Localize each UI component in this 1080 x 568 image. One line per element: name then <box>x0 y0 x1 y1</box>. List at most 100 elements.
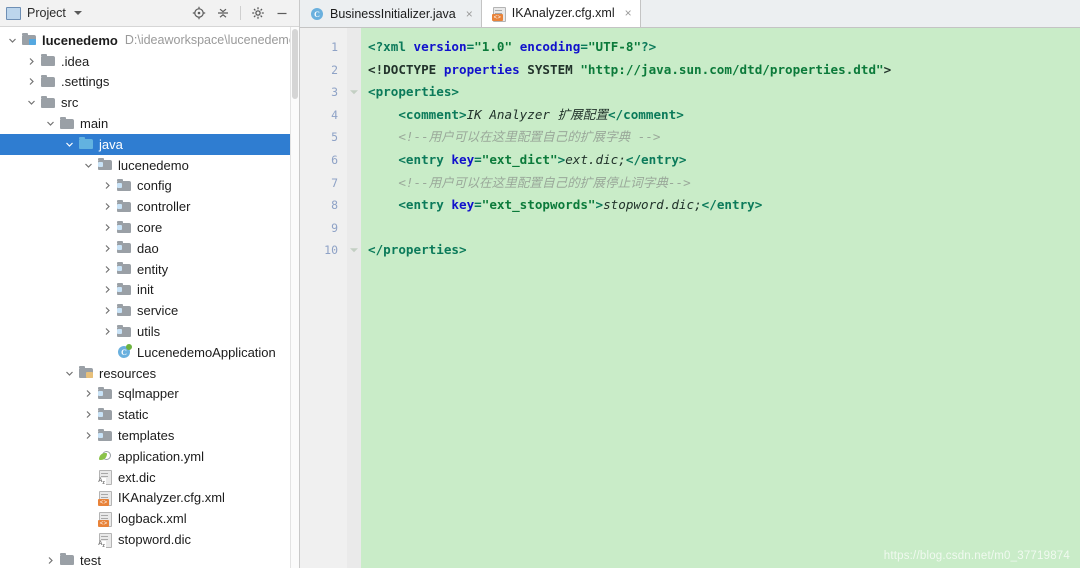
code-folding-strip[interactable] <box>347 28 361 568</box>
editor-tab-ikanalyzer-cfg-xml[interactable]: <> IKAnalyzer.cfg.xml × <box>480 0 641 27</box>
project-tree[interactable]: lucenedemo D:\ideaworkspace\lucenedemo .id… <box>0 27 299 568</box>
tree-node-label: main <box>80 116 109 132</box>
tree-node--idea[interactable]: .idea <box>0 51 299 72</box>
tree-node-static[interactable]: static <box>0 404 299 425</box>
tree-node-config[interactable]: config <box>0 176 299 197</box>
folder-package-icon <box>116 240 132 256</box>
code-line[interactable]: <entry key="ext_dict">ext.dic;</entry> <box>361 149 1080 172</box>
locate-icon[interactable] <box>188 2 210 24</box>
project-panel-icon <box>6 6 21 20</box>
chevron-right-icon[interactable] <box>25 75 38 88</box>
tree-node-init[interactable]: init <box>0 280 299 301</box>
code-token-tag: <entry <box>398 197 452 213</box>
tree-node-core[interactable]: core <box>0 217 299 238</box>
collapse-all-icon[interactable] <box>212 2 234 24</box>
chevron-down-icon[interactable] <box>6 34 19 47</box>
editor-tab-businessinitializer-java[interactable]: C BusinessInitializer.java × <box>300 0 481 27</box>
minimize-icon[interactable] <box>271 2 293 24</box>
tree-node-sqlmapper[interactable]: sqlmapper <box>0 384 299 405</box>
tree-node-main[interactable]: main <box>0 113 299 134</box>
folder-gray-icon <box>40 95 56 111</box>
tree-node-label: config <box>137 178 172 194</box>
chevron-right-icon[interactable] <box>101 242 114 255</box>
code-line[interactable]: <!--用户可以在这里配置自己的扩展停止词字典--> <box>361 172 1080 195</box>
chevron-down-icon[interactable] <box>73 11 82 15</box>
code-line[interactable]: </properties> <box>361 239 1080 262</box>
folder-gray-icon <box>40 53 56 69</box>
code-token-tag: ?> <box>641 39 657 54</box>
tree-node-application-yml[interactable]: application.yml <box>0 446 299 467</box>
fold-toggle-icon[interactable] <box>349 87 359 97</box>
tree-node-ext-dic[interactable]: Az ext.dic <box>0 467 299 488</box>
chevron-right-icon[interactable] <box>101 304 114 317</box>
code-line[interactable] <box>361 217 1080 240</box>
chevron-right-icon[interactable] <box>82 429 95 442</box>
code-line[interactable]: <!--用户可以在这里配置自己的扩展字典 --> <box>361 126 1080 149</box>
tree-node--settings[interactable]: .settings <box>0 72 299 93</box>
chevron-right-icon[interactable] <box>25 55 38 68</box>
code-token-txt: IK Analyzer 扩展配置 <box>466 106 608 122</box>
tree-node-logback-xml[interactable]: <> logback.xml <box>0 508 299 529</box>
chevron-right-icon[interactable] <box>44 554 57 567</box>
chevron-right-icon[interactable] <box>101 325 114 338</box>
tree-node-controller[interactable]: controller <box>0 196 299 217</box>
idea-window: Project lucenedemo D:\ideaworkspace\luce… <box>0 0 1080 568</box>
code-token-tag: <comment> <box>398 106 467 122</box>
project-tree-scrollbar[interactable] <box>290 27 299 568</box>
tree-node-src[interactable]: src <box>0 92 299 113</box>
chevron-right-icon[interactable] <box>101 221 114 234</box>
tree-node-resources[interactable]: resources <box>0 363 299 384</box>
fold-toggle-icon[interactable] <box>349 245 359 255</box>
tree-node-utils[interactable]: utils <box>0 321 299 342</box>
chevron-down-icon[interactable] <box>44 117 57 130</box>
chevron-down-icon[interactable] <box>63 367 76 380</box>
chevron-right-icon[interactable] <box>101 263 114 276</box>
fold-slot <box>347 126 361 149</box>
line-number: 6 <box>331 152 338 167</box>
chevron-down-icon[interactable] <box>25 96 38 109</box>
chevron-down-icon[interactable] <box>82 159 95 172</box>
tree-node-ikanalyzer-cfg-xml[interactable]: <> IKAnalyzer.cfg.xml <box>0 488 299 509</box>
chevron-right-icon[interactable] <box>101 179 114 192</box>
tree-node-label: core <box>137 220 163 236</box>
tree-node-label: utils <box>137 324 161 340</box>
chevron-right-icon[interactable] <box>82 408 95 421</box>
tree-node-lucenedemo[interactable]: lucenedemo <box>0 155 299 176</box>
editor-tab-bar[interactable]: C BusinessInitializer.java × <> IKAnalyzer.c… <box>300 0 1080 28</box>
code-line[interactable]: <comment>IK Analyzer 扩展配置</comment> <box>361 104 1080 127</box>
code-line[interactable]: <!DOCTYPE properties SYSTEM "http://java… <box>361 59 1080 82</box>
tree-node-entity[interactable]: entity <box>0 259 299 280</box>
java-class-icon: C <box>309 6 324 21</box>
code-token-tag: </entry> <box>625 151 687 167</box>
tree-node-label: IKAnalyzer.cfg.xml <box>118 490 225 506</box>
tree-node-dao[interactable]: dao <box>0 238 299 259</box>
yml-file-icon <box>97 448 113 464</box>
project-title-group[interactable]: Project <box>6 6 188 20</box>
code-content[interactable]: <?xml version="1.0" encoding="UTF-8"?> <!… <box>361 28 1080 568</box>
tree-node-lucenedemo[interactable]: lucenedemo D:\ideaworkspace\lucenedemo <box>0 30 299 51</box>
tree-node-lucenedemoapplication[interactable]: C LucenedemoApplication <box>0 342 299 363</box>
code-line[interactable]: <?xml version="1.0" encoding="UTF-8"?> <box>361 36 1080 59</box>
tree-node-label: stopword.dic <box>118 532 191 548</box>
code-token-attr: encoding <box>519 39 581 54</box>
gear-icon[interactable] <box>247 2 269 24</box>
tree-node-service[interactable]: service <box>0 300 299 321</box>
chevron-down-icon[interactable] <box>63 138 76 151</box>
chevron-right-icon[interactable] <box>101 200 114 213</box>
code-line[interactable]: <properties> <box>361 81 1080 104</box>
folder-package-icon <box>116 324 132 340</box>
tree-node-label: .idea <box>61 53 90 69</box>
code-line[interactable]: <entry key="ext_stopwords">stopword.dic;… <box>361 194 1080 217</box>
chevron-right-icon[interactable] <box>82 387 95 400</box>
tree-node-templates[interactable]: templates <box>0 425 299 446</box>
code-token-attr: version <box>413 39 467 54</box>
tree-node-test[interactable]: test <box>0 550 299 568</box>
tree-node-java[interactable]: java <box>0 133 299 155</box>
scrollbar-thumb[interactable] <box>292 29 298 99</box>
chevron-right-icon[interactable] <box>101 283 114 296</box>
close-icon[interactable]: × <box>466 7 473 21</box>
close-icon[interactable]: × <box>625 6 632 20</box>
folder-package-icon <box>116 178 132 194</box>
tree-node-stopword-dic[interactable]: Az stopword.dic <box>0 529 299 550</box>
